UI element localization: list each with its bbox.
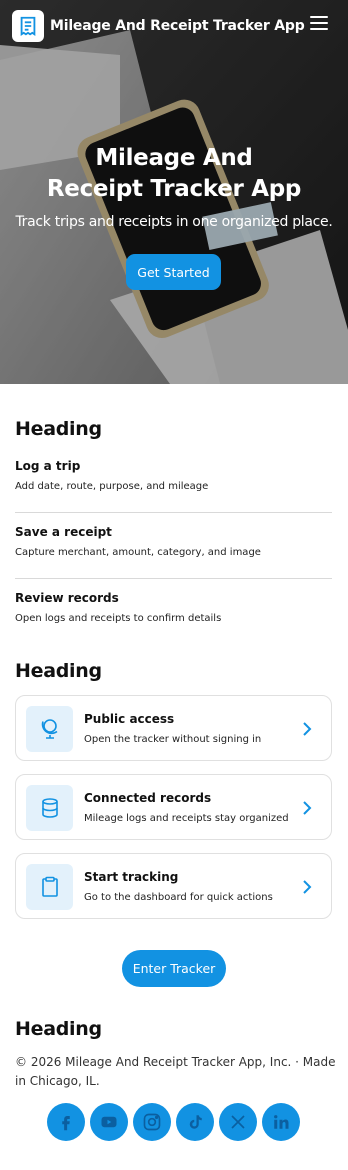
start-tracking-card[interactable]: Start tracking Go to the dashboard for q… [15,853,332,919]
step-title: Save a receipt [15,525,112,539]
hero-subtitle: Track trips and receipts in one organize… [15,214,333,230]
footer-copyright: © 2026 Mileage And Receipt Tracker App, … [15,1055,336,1088]
step-description: Open logs and receipts to confirm detail… [15,613,222,624]
chevron-right-icon[interactable] [301,879,313,895]
get-started-button[interactable]: Get Started [126,254,221,290]
card-description: Mileage logs and receipts stay organized [84,813,289,824]
hero-title-line2: Receipt Tracker App [46,176,302,202]
tiktok-icon[interactable] [176,1103,214,1141]
card-description: Open the tracker without signing in [84,734,262,745]
card-icon-box [26,864,73,910]
app-logo[interactable] [12,10,44,42]
globe-icon [41,719,57,739]
app-name[interactable]: Mileage And Receipt Tracker App [50,18,305,34]
hero-title: Mileage And Receipt Tracker App [0,143,348,205]
database-icon [41,798,58,818]
connected-records-card[interactable]: Connected records Mileage logs and recei… [15,774,332,840]
steps-heading: Heading [15,418,102,440]
hamburger-menu-icon[interactable] [310,16,328,34]
feature-cards: Public access Open the tracker without s… [15,695,332,932]
chevron-right-icon[interactable] [301,800,313,816]
list-item: Log a trip Add date, route, purpose, and… [15,447,332,513]
top-nav: Mileage And Receipt Tracker App [0,0,348,52]
social-links [47,1103,300,1141]
step-title: Log a trip [15,459,81,473]
receipt-icon [20,16,36,36]
facebook-icon[interactable] [47,1103,85,1141]
hero-title-line1: Mileage And [95,145,253,171]
footer-heading: Heading [15,1018,102,1040]
public-access-card[interactable]: Public access Open the tracker without s… [15,695,332,761]
card-description: Go to the dashboard for quick actions [84,892,273,903]
list-item: Save a receipt Capture merchant, amount,… [15,513,332,579]
list-item: Review records Open logs and receipts to… [15,579,332,645]
chevron-right-icon[interactable] [301,721,313,737]
linkedin-icon[interactable] [262,1103,300,1141]
hero-section: Mileage And Receipt Tracker App Track tr… [0,0,348,384]
instagram-icon[interactable] [133,1103,171,1141]
card-title: Connected records [84,791,212,805]
card-icon-box [26,785,73,831]
step-description: Capture merchant, amount, category, and … [15,547,261,558]
youtube-icon[interactable] [90,1103,128,1141]
cards-heading: Heading [15,660,102,682]
steps-list: Log a trip Add date, route, purpose, and… [15,447,332,645]
card-title: Start tracking [84,870,179,884]
enter-tracker-button[interactable]: Enter Tracker [122,950,226,987]
card-title: Public access [84,712,175,726]
card-icon-box [26,706,73,752]
x-icon[interactable] [219,1103,257,1141]
step-title: Review records [15,591,119,605]
clipboard-icon [41,876,58,897]
step-description: Add date, route, purpose, and mileage [15,481,209,492]
